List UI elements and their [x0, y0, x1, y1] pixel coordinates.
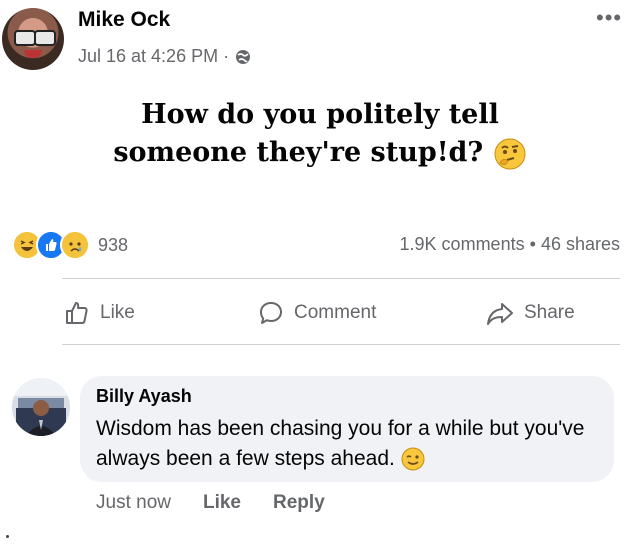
reaction-count: 938	[98, 234, 129, 255]
like-button[interactable]: Like	[64, 300, 135, 326]
comment-actions: Just now Like Reply	[96, 492, 325, 514]
post-stats: 1.9K comments • 46 shares	[400, 234, 620, 255]
divider	[62, 344, 620, 345]
reactions-summary[interactable]: 938	[12, 230, 128, 260]
comment-like-button[interactable]: Like	[203, 492, 241, 514]
share-button[interactable]: Share	[486, 300, 575, 326]
globe-icon	[236, 49, 251, 64]
share-button-label: Share	[524, 302, 575, 323]
avatar-image	[12, 378, 70, 436]
share-arrow-icon	[487, 303, 513, 325]
commenter-avatar[interactable]	[12, 378, 70, 436]
post-text: How do you politely tell someone they're…	[40, 96, 600, 172]
speech-bubble-icon	[260, 302, 282, 324]
thumbs-up-icon	[66, 302, 88, 324]
decorative-dot	[6, 535, 9, 538]
post-meta: Jul 16 at 4:26 PM ·	[78, 46, 251, 67]
avatar-detail	[24, 50, 42, 58]
comments-count-link[interactable]: 1.9K comments	[400, 234, 525, 254]
winking-face-icon	[401, 447, 425, 471]
post-author-name[interactable]: Mike Ock	[78, 8, 170, 32]
comment-timestamp[interactable]: Just now	[96, 492, 171, 514]
avatar-detail	[14, 30, 36, 46]
avatar-detail	[34, 30, 56, 46]
shares-count-link[interactable]: 46 shares	[541, 234, 620, 254]
thinking-face-icon	[494, 138, 526, 169]
divider	[62, 278, 620, 279]
comment-button-label: Comment	[294, 302, 377, 323]
post-text-line: How do you politely tell	[141, 99, 499, 130]
author-avatar[interactable]	[2, 8, 64, 70]
comment-button[interactable]: Comment	[258, 300, 376, 326]
comment-body: Wisdom has been chasing you for a while …	[96, 417, 585, 470]
stats-separator: •	[529, 234, 536, 254]
commenter-name[interactable]: Billy Ayash	[96, 386, 192, 407]
more-options-button[interactable]: •••	[596, 7, 622, 29]
post-timestamp[interactable]: Jul 16 at 4:26 PM ·	[78, 46, 229, 67]
like-button-label: Like	[100, 302, 135, 323]
comment-text: Wisdom has been chasing you for a while …	[96, 414, 596, 474]
sad-reaction-icon	[60, 230, 90, 260]
post-text-line: someone they're stup!d?	[113, 137, 484, 168]
comment-reply-button[interactable]: Reply	[273, 492, 325, 514]
